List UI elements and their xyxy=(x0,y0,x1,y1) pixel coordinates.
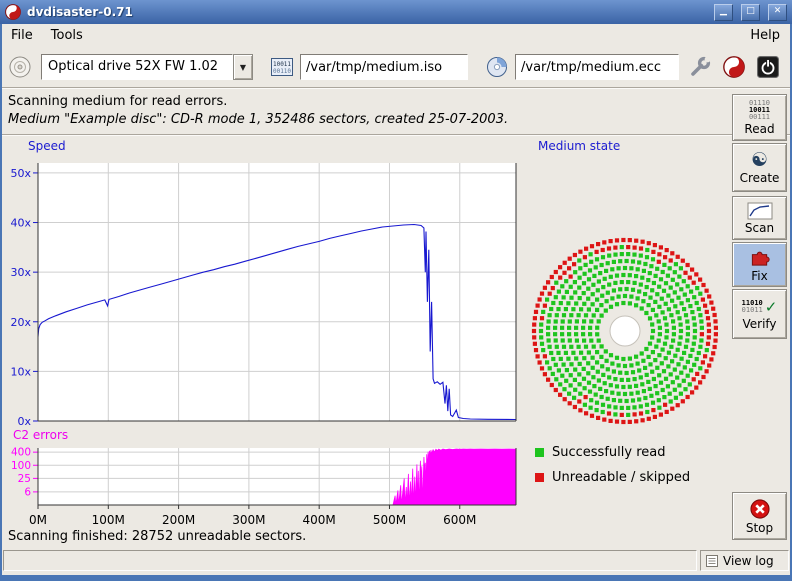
legend-item-read: Successfully read xyxy=(535,440,690,465)
svg-text:100: 100 xyxy=(11,460,31,472)
fix-button-label: Fix xyxy=(751,269,767,283)
ecc-path-input[interactable] xyxy=(515,54,679,80)
window-title: dvdisaster-0.71 xyxy=(27,5,706,19)
scan-result-status: Scanning finished: 28752 unreadable sect… xyxy=(8,529,306,544)
menu-file[interactable]: File xyxy=(2,26,42,45)
svg-text:200M: 200M xyxy=(162,513,195,527)
drive-icon xyxy=(7,54,33,80)
drive-select[interactable]: Optical drive 52X FW 1.02 ▼ xyxy=(41,54,253,80)
svg-text:400M: 400M xyxy=(303,513,336,527)
log-icon xyxy=(706,555,718,567)
svg-text:50x: 50x xyxy=(10,167,31,180)
verify-button[interactable]: 11010 01011 ✓ Verify xyxy=(732,289,787,339)
create-button-label: Create xyxy=(740,171,780,185)
maximize-button[interactable]: □ xyxy=(741,4,760,21)
window-frame-bottom xyxy=(0,575,792,581)
svg-text:25: 25 xyxy=(18,473,31,485)
check-icon: ✓ xyxy=(765,298,778,316)
medium-state-disc xyxy=(528,234,722,428)
scan-button-label: Scan xyxy=(745,221,774,235)
minimize-button[interactable]: ▁ xyxy=(714,4,733,21)
read-button-label: Read xyxy=(744,122,774,136)
puzzle-piece-icon xyxy=(749,247,771,268)
close-button[interactable]: ✕ xyxy=(768,4,787,21)
verify-button-label: Verify xyxy=(742,317,776,331)
scan-button[interactable]: Scan xyxy=(732,196,787,240)
read-icon: 01110 10011 00111 xyxy=(749,100,770,121)
quit-button[interactable] xyxy=(755,54,781,80)
svg-text:40x: 40x xyxy=(10,217,31,230)
stop-button[interactable]: Stop xyxy=(732,492,787,540)
legend-red-square xyxy=(535,473,544,482)
medium-state-legend: Successfully read Unreadable / skipped xyxy=(535,440,690,490)
app-logo-icon xyxy=(5,4,21,20)
svg-text:10x: 10x xyxy=(10,365,31,378)
legend-green-square xyxy=(535,448,544,457)
view-log-button[interactable]: View log xyxy=(700,550,789,571)
status-message: Scanning medium for read errors. xyxy=(8,94,792,109)
legend-item-unreadable: Unreadable / skipped xyxy=(535,465,690,490)
app-window: dvdisaster-0.71 ▁ □ ✕ File Tools Help Op… xyxy=(0,0,792,581)
scan-curve-icon xyxy=(747,202,773,220)
svg-text:400: 400 xyxy=(11,447,31,459)
legend-read-label: Successfully read xyxy=(552,445,665,460)
power-icon xyxy=(757,56,779,78)
menubar: File Tools Help xyxy=(2,24,790,47)
window-frame-left xyxy=(0,24,2,581)
verify-icon: 11010 01011 ✓ xyxy=(742,298,778,316)
status-panel xyxy=(3,550,697,571)
svg-text:6: 6 xyxy=(24,486,31,498)
iso-path-input[interactable] xyxy=(300,54,468,80)
ecc-file-icon xyxy=(484,54,510,80)
drive-select-value: Optical drive 52X FW 1.02 xyxy=(41,54,233,80)
preferences-button[interactable] xyxy=(687,54,713,80)
chevron-down-icon[interactable]: ▼ xyxy=(233,54,253,80)
view-log-label: View log xyxy=(723,554,774,568)
medium-state-title: Medium state xyxy=(538,139,620,153)
svg-text:0M: 0M xyxy=(29,513,47,527)
svg-text:20x: 20x xyxy=(10,316,31,329)
toolbar: Optical drive 52X FW 1.02 ▼ 10011 00110 xyxy=(2,47,790,88)
svg-text:0x: 0x xyxy=(17,415,31,428)
menu-tools[interactable]: Tools xyxy=(42,26,92,45)
wrench-icon xyxy=(688,55,712,79)
fix-button[interactable]: Fix xyxy=(732,242,787,287)
legend-unreadable-label: Unreadable / skipped xyxy=(552,470,690,485)
svg-text:300M: 300M xyxy=(232,513,265,527)
yinyang-icon: ☯ xyxy=(751,150,768,170)
svg-text:100M: 100M xyxy=(92,513,125,527)
svg-text:600M: 600M xyxy=(443,513,476,527)
svg-text:00110: 00110 xyxy=(273,68,291,75)
titlebar: dvdisaster-0.71 ▁ □ ✕ xyxy=(0,0,792,24)
speed-and-c2-chart: 0M 100M 200M 300M 400M 500M 600M 0x 10x 20x 30x 40x… xyxy=(8,136,528,532)
dvdisaster-logo-button[interactable] xyxy=(721,54,747,80)
yinyang-icon xyxy=(723,56,745,78)
image-file-icon: 10011 00110 xyxy=(269,54,295,80)
menu-help[interactable]: Help xyxy=(740,26,790,45)
medium-info: Medium "Example disc": CD-R mode 1, 3524… xyxy=(8,112,792,127)
svg-text:500M: 500M xyxy=(373,513,406,527)
create-button[interactable]: ☯ Create xyxy=(732,143,787,192)
svg-text:10011: 10011 xyxy=(273,61,291,68)
svg-text:30x: 30x xyxy=(10,266,31,279)
stop-button-label: Stop xyxy=(746,521,773,535)
info-area: Scanning medium for read errors. Medium … xyxy=(0,89,792,135)
stop-icon xyxy=(749,498,771,520)
read-button[interactable]: 01110 10011 00111 Read xyxy=(732,94,787,141)
